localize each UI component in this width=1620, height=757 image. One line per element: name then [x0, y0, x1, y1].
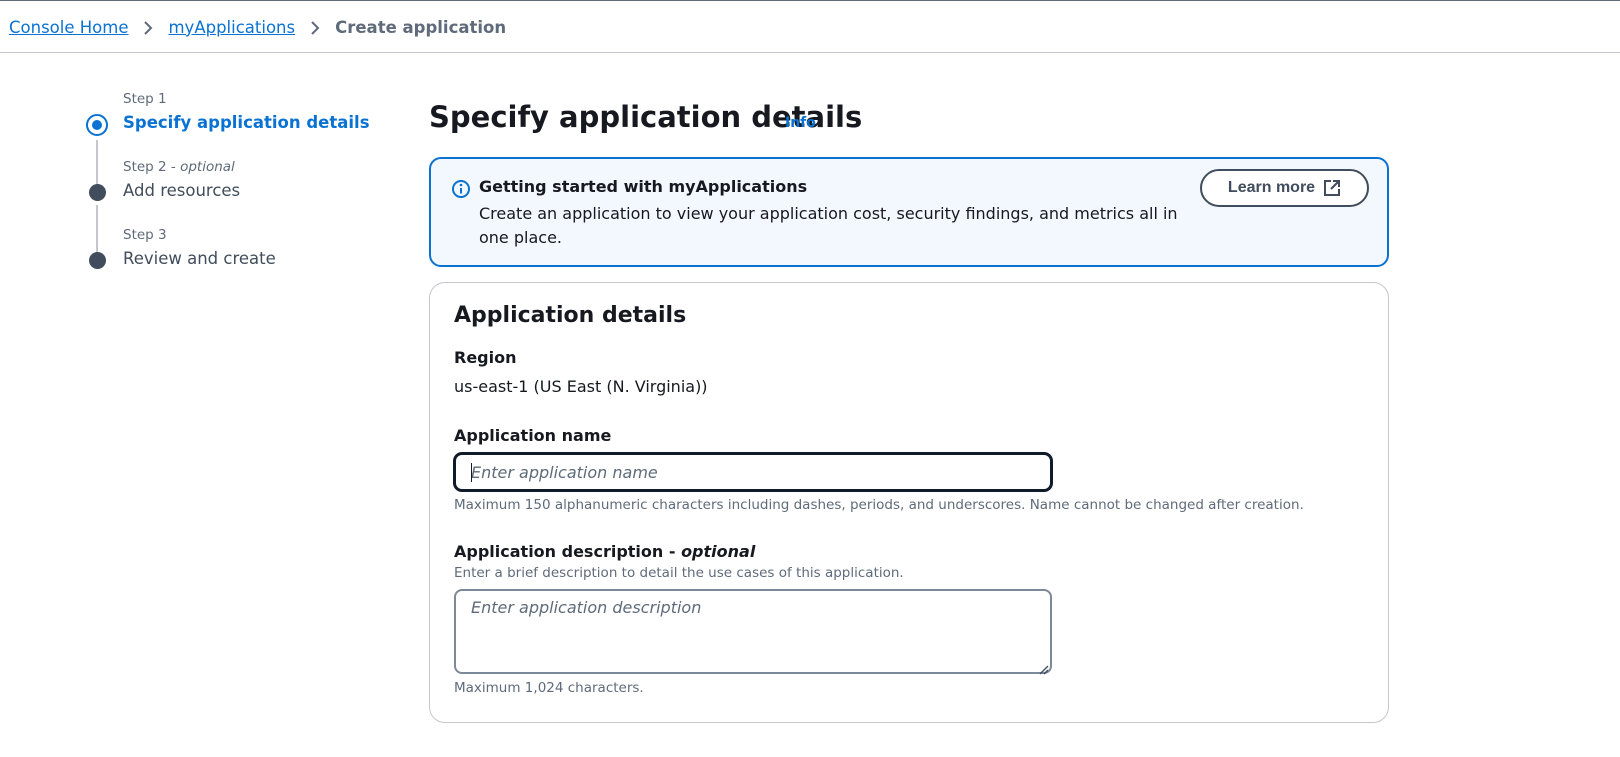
- step-inactive-dot-icon: [89, 252, 106, 269]
- application-description-label: Application description - optional: [454, 542, 756, 561]
- step-title-review-create: Review and create: [123, 249, 276, 268]
- application-description-input[interactable]: [454, 589, 1052, 674]
- learn-more-button[interactable]: Learn more: [1200, 169, 1369, 207]
- step-inactive-dot-icon: [89, 184, 106, 201]
- external-link-icon: [1323, 179, 1341, 197]
- region-label: Region: [454, 348, 517, 367]
- container-title: Application details: [454, 303, 687, 328]
- step-number: Step 2 - optional: [123, 159, 235, 175]
- region-value: us-east-1 (US East (N. Virginia)): [454, 377, 708, 396]
- chevron-right-icon: [295, 18, 335, 37]
- resize-handle-icon[interactable]: [1038, 660, 1049, 675]
- top-border: [0, 0, 1620, 1]
- application-name-input[interactable]: [454, 453, 1052, 491]
- breadcrumb: Console Home myApplications Create appli…: [9, 15, 506, 39]
- breadcrumb-current: Create application: [335, 17, 507, 37]
- breadcrumb-divider: [0, 52, 1620, 53]
- step-title-add-resources: Add resources: [123, 181, 241, 200]
- chevron-right-icon: [128, 18, 168, 37]
- info-alert: Getting started with myApplications Crea…: [429, 157, 1389, 267]
- breadcrumb-myapplications[interactable]: myApplications: [168, 18, 295, 37]
- info-link[interactable]: Info: [785, 115, 816, 131]
- info-circle-icon: [451, 179, 471, 199]
- breadcrumb-console-home[interactable]: Console Home: [9, 18, 128, 37]
- learn-more-label: Learn more: [1227, 179, 1316, 196]
- application-name-hint: Maximum 150 alphanumeric characters incl…: [454, 497, 1304, 513]
- application-name-label: Application name: [454, 426, 612, 445]
- step-title-specify-details[interactable]: Specify application details: [123, 113, 370, 132]
- alert-heading: Getting started with myApplications: [479, 177, 808, 196]
- alert-body: Create an application to view your appli…: [479, 204, 1178, 247]
- text-cursor: [471, 463, 472, 482]
- step-number: Step 3: [123, 227, 167, 243]
- application-description-help: Enter a brief description to detail the …: [454, 565, 904, 581]
- application-details-container: Application details Region us-east-1 (US…: [429, 282, 1389, 723]
- step-number: Step 1: [123, 91, 167, 107]
- step-active-dot-icon: [86, 114, 108, 136]
- application-description-hint: Maximum 1,024 characters.: [454, 680, 644, 696]
